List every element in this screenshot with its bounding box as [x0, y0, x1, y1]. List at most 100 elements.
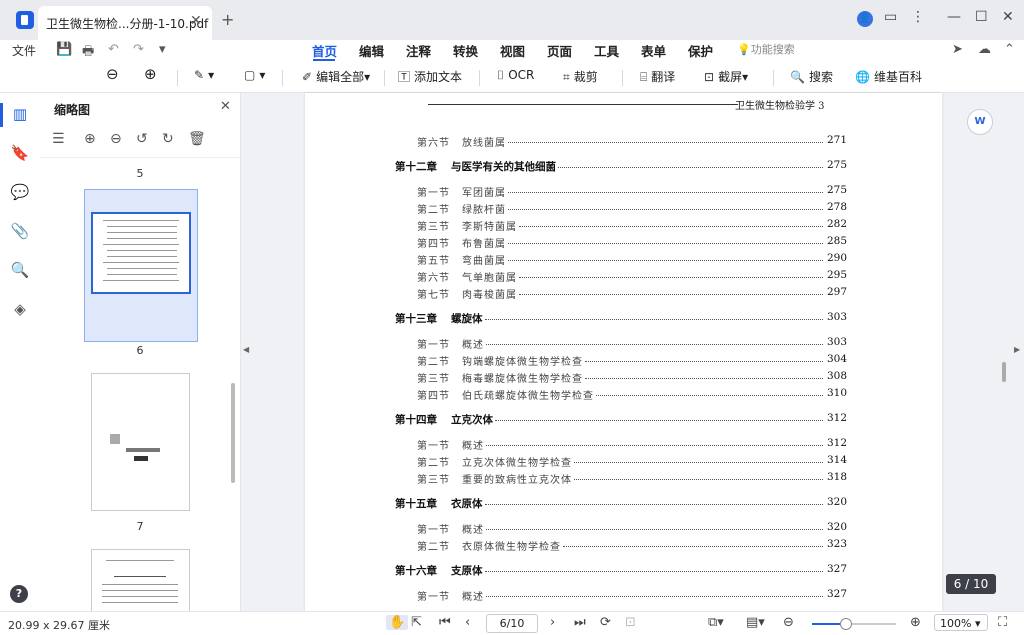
- zoom-in-icon[interactable]: ⊕: [144, 65, 157, 83]
- toc-section[interactable]: 第二节 钩端螺旋体微生物学检查 304: [305, 353, 942, 369]
- close-tab-icon[interactable]: ✕: [190, 13, 202, 29]
- screenshot-button[interactable]: ⊡ 截屏▾: [704, 68, 748, 85]
- toc-section[interactable]: 第一节 概述 320: [305, 521, 942, 537]
- toc-section[interactable]: 第三节 李斯特菌属 282: [305, 218, 942, 234]
- thumbnail-options-icon[interactable]: ☰: [52, 131, 65, 147]
- toc-section[interactable]: 第一节 概述 303: [305, 336, 942, 352]
- add-text-button[interactable]: 🅃 添加文本: [398, 68, 462, 85]
- first-page-icon[interactable]: ⏮: [439, 615, 451, 630]
- wiki-button[interactable]: 🌐 维基百科: [855, 68, 922, 85]
- collapse-ribbon-icon[interactable]: ⌃: [1004, 42, 1015, 57]
- tab-convert[interactable]: 转换: [453, 41, 478, 60]
- zoom-slider-handle[interactable]: [840, 618, 852, 630]
- thumb-zoom-out-icon[interactable]: ⊖: [110, 131, 122, 147]
- toc-section[interactable]: 第五节 弯曲菌属 290: [305, 252, 942, 268]
- collapse-left-panel-icon[interactable]: ◀: [243, 345, 249, 354]
- cloud-upload-icon[interactable]: ☁: [978, 42, 991, 57]
- close-window-icon[interactable]: ✕: [1002, 9, 1014, 25]
- thumbnails-icon[interactable]: ▥: [10, 105, 30, 125]
- fit-page-icon[interactable]: ⊡: [625, 615, 636, 630]
- toc-section[interactable]: 第一节 概述 327: [305, 588, 942, 604]
- save-icon[interactable]: 💾: [56, 42, 72, 57]
- comment-icon[interactable]: 💬: [10, 183, 30, 203]
- tab-view[interactable]: 视图: [500, 41, 525, 60]
- rotate-view-icon[interactable]: ⟳: [600, 615, 611, 630]
- toc-section[interactable]: 第四节 伯氏疏螺旋体微生物学检查 310: [305, 387, 942, 403]
- toc-section[interactable]: 第四节 布鲁菌属 285: [305, 235, 942, 251]
- redo-icon[interactable]: ↷: [133, 42, 144, 57]
- toc-chapter[interactable]: 第十四章 立克次体 312: [305, 412, 942, 428]
- reading-mode-dropdown[interactable]: ▤▾: [746, 615, 765, 630]
- previous-page-icon[interactable]: ‹: [465, 615, 470, 630]
- toc-section[interactable]: 第二节 绿脓杆菌 278: [305, 201, 942, 217]
- undo-icon[interactable]: ↶: [108, 42, 119, 57]
- toc-section[interactable]: 第三节 梅毒螺旋体微生物学检查 308: [305, 370, 942, 386]
- tab-protect[interactable]: 保护: [688, 41, 713, 60]
- ocr-button[interactable]: ⌷ OCR: [497, 68, 534, 83]
- close-panel-icon[interactable]: ✕: [220, 99, 231, 114]
- feature-search[interactable]: 💡功能搜索: [737, 41, 795, 57]
- viewport-indicator[interactable]: [91, 212, 191, 294]
- help-icon[interactable]: ?: [10, 585, 28, 603]
- statusbar-zoom-out-icon[interactable]: ⊖: [783, 615, 794, 630]
- search-button[interactable]: 🔍 搜索: [790, 68, 833, 85]
- document-scrollbar[interactable]: [1002, 362, 1006, 382]
- toc-chapter[interactable]: 第十五章 衣原体 320: [305, 496, 942, 512]
- page-layout-dropdown[interactable]: ⧉▾: [708, 615, 724, 630]
- translate-float-icon[interactable]: W: [967, 109, 993, 135]
- toc-section[interactable]: 第六节 放线菌属 271: [305, 134, 942, 150]
- share-icon[interactable]: ➤: [952, 42, 963, 57]
- zoom-level-select[interactable]: 100% ▾: [934, 614, 988, 631]
- search-panel-icon[interactable]: 🔍: [10, 261, 30, 281]
- last-page-icon[interactable]: ⏭: [574, 615, 586, 630]
- document-tab[interactable]: 卫生微生物检...分册-1-10.pdf ✕: [38, 6, 212, 40]
- layers-icon[interactable]: ◈: [10, 300, 30, 320]
- toc-section[interactable]: 第二节 衣原体微生物学检查 323: [305, 538, 942, 554]
- select-tool-icon[interactable]: ⇱: [411, 615, 422, 630]
- bookmark-icon[interactable]: 🔖: [10, 144, 30, 164]
- toc-section[interactable]: 第一节 概述 312: [305, 437, 942, 453]
- rotate-left-icon[interactable]: ↺: [136, 131, 148, 147]
- file-menu[interactable]: 文件: [12, 42, 36, 59]
- thumbnail-scrollbar[interactable]: [231, 383, 235, 483]
- page-number-input[interactable]: 6/10: [486, 614, 538, 633]
- minimize-icon[interactable]: —: [947, 9, 961, 25]
- toc-section[interactable]: 第一节 军团菌属 275: [305, 184, 942, 200]
- toc-section[interactable]: 第三节 重要的致病性立克次体 318: [305, 471, 942, 487]
- zoom-out-icon[interactable]: ⊖: [106, 65, 119, 83]
- more-icon[interactable]: ⋮: [911, 9, 925, 25]
- toc-chapter[interactable]: 第十三章 螺旋体 303: [305, 311, 942, 327]
- expand-right-panel-icon[interactable]: ▶: [1014, 345, 1020, 354]
- toc-chapter[interactable]: 第十二章 与医学有关的其他细菌 275: [305, 159, 942, 175]
- tab-page[interactable]: 页面: [547, 41, 572, 60]
- user-avatar-icon[interactable]: 👤: [857, 11, 873, 27]
- delete-page-icon[interactable]: 🗑: [188, 131, 206, 147]
- hand-tool-icon[interactable]: ✋: [386, 615, 409, 630]
- tab-form[interactable]: 表单: [641, 41, 666, 60]
- shape-dropdown[interactable]: ▢ ▾: [244, 68, 265, 82]
- new-tab-icon[interactable]: +: [221, 10, 234, 29]
- translate-button[interactable]: ⌸ 翻译: [640, 68, 675, 85]
- print-icon[interactable]: 🖶: [82, 42, 94, 64]
- thumbnail-page-6[interactable]: [84, 189, 198, 342]
- tab-tools[interactable]: 工具: [594, 41, 619, 60]
- tab-annotate[interactable]: 注释: [406, 41, 431, 60]
- thumb-zoom-in-icon[interactable]: ⊕: [84, 131, 96, 147]
- toc-section[interactable]: 第二节 立克次体微生物学检查 314: [305, 454, 942, 470]
- toc-section[interactable]: 第七节 肉毒梭菌属 297: [305, 286, 942, 302]
- toc-chapter[interactable]: 第十六章 支原体 327: [305, 563, 942, 579]
- feedback-icon[interactable]: ▭: [884, 9, 897, 25]
- fullscreen-icon[interactable]: ⛶: [998, 615, 1007, 630]
- zoom-slider[interactable]: [812, 623, 896, 625]
- statusbar-zoom-in-icon[interactable]: ⊕: [910, 615, 921, 630]
- crop-button[interactable]: ⌗ 裁剪: [563, 68, 598, 85]
- thumbnail-page-8[interactable]: [91, 549, 190, 611]
- maximize-icon[interactable]: ☐: [975, 9, 988, 25]
- highlight-dropdown[interactable]: ✎ ▾: [194, 68, 214, 82]
- attachment-icon[interactable]: 📎: [10, 222, 30, 242]
- tab-edit[interactable]: 编辑: [359, 41, 384, 60]
- thumbnail-page-7[interactable]: [91, 373, 190, 511]
- quick-access-dropdown-icon[interactable]: ▾: [159, 42, 166, 57]
- edit-all-button[interactable]: ✐ 编辑全部▾: [302, 68, 370, 85]
- rotate-right-icon[interactable]: ↻: [162, 131, 174, 147]
